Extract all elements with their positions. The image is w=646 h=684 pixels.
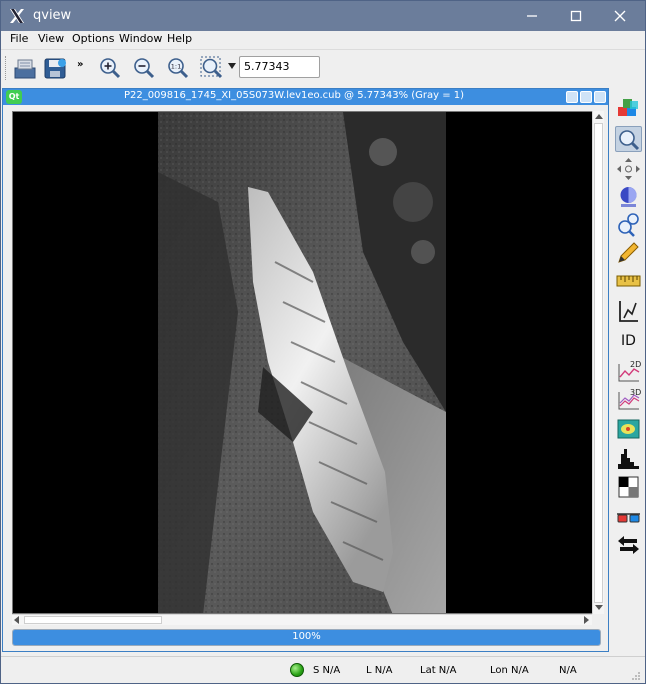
status-latitude: Lat N/A — [420, 665, 457, 676]
tool-map-stretch[interactable] — [615, 416, 642, 442]
histogram-icon — [618, 449, 639, 469]
close-icon — [614, 10, 626, 22]
resize-grip-icon[interactable] — [631, 671, 641, 681]
menu-help[interactable]: Help — [167, 32, 192, 45]
scroll-up-arrow-icon[interactable] — [595, 114, 603, 119]
progress-label: 100% — [292, 631, 321, 642]
pan-tool-icon — [617, 158, 640, 180]
tool-edit[interactable] — [615, 240, 642, 266]
menu-file[interactable]: File — [10, 32, 28, 45]
zoom-dropdown-arrow-icon[interactable] — [228, 63, 236, 69]
zoom-fit-button[interactable] — [198, 54, 226, 82]
tool-zoom[interactable] — [615, 126, 642, 152]
menu-bar: File View Options Window Help — [1, 31, 645, 47]
scroll-down-arrow-icon[interactable] — [595, 605, 603, 610]
zoom-factor-input[interactable]: 5.77343 — [239, 56, 320, 78]
tool-stereo[interactable] — [615, 504, 642, 530]
tool-plot-2d[interactable]: 2D — [615, 358, 642, 384]
subwindow-maximize-button[interactable] — [580, 91, 592, 103]
vertical-scroll-thumb[interactable] — [594, 123, 603, 603]
status-sample: S N/A — [313, 665, 341, 676]
plot-2d-icon: 2D — [618, 360, 641, 382]
minimize-icon — [527, 15, 537, 17]
blend-cubes-icon — [618, 99, 638, 116]
stretch-tool-icon — [620, 187, 637, 207]
zoom-out-icon — [134, 58, 155, 79]
status-led-icon — [290, 663, 304, 677]
open-button[interactable] — [11, 54, 39, 82]
tool-spectral-plot[interactable] — [615, 298, 642, 324]
status-longitude: Lon N/A — [490, 665, 529, 676]
minimize-button[interactable] — [521, 5, 543, 27]
horizontal-scroll-thumb[interactable] — [24, 616, 162, 624]
link-arrows-icon — [618, 536, 639, 554]
window-title: qview — [33, 8, 72, 23]
save-button[interactable] — [41, 54, 69, 82]
open-cube-icon — [14, 59, 36, 79]
save-disk-icon — [44, 58, 66, 79]
tool-contrast[interactable] — [615, 474, 642, 500]
zoom-out-button[interactable] — [130, 54, 158, 82]
subwindow-minimize-button[interactable] — [566, 91, 578, 103]
maximize-button[interactable] — [565, 5, 587, 27]
viewport-horizontal-scrollbar[interactable] — [12, 614, 592, 625]
cube-viewport-titlebar[interactable]: Qt P22_009816_1745_XI_05S073W.lev1eo.cub… — [3, 89, 608, 105]
plot-2d-label: 2D — [630, 360, 641, 369]
zoom-in-button[interactable] — [96, 54, 124, 82]
zoom-one-to-one-icon: 1:1 — [168, 58, 189, 79]
menu-window[interactable]: Window — [119, 32, 162, 45]
tool-plot-3d[interactable]: 3D — [615, 386, 642, 412]
tool-palette: ID 2D 3D — [612, 88, 645, 566]
status-dn-value: N/A — [559, 665, 577, 676]
progress-bar: 100% — [12, 629, 601, 646]
plot-3d-icon: 3D — [618, 388, 641, 410]
status-bar: S N/A L N/A Lat N/A Lon N/A N/A — [1, 656, 645, 683]
tool-find[interactable] — [615, 212, 642, 238]
mars-image[interactable] — [13, 112, 595, 614]
tool-blend[interactable] — [615, 96, 642, 122]
toolbar-grip[interactable] — [5, 56, 8, 80]
tool-id[interactable]: ID — [615, 328, 642, 354]
status-line: L N/A — [366, 665, 393, 676]
viewport-vertical-scrollbar[interactable] — [592, 111, 604, 614]
zoom-tool-icon — [619, 130, 640, 151]
qt-logo-icon: Qt — [6, 90, 22, 104]
cube-viewport-title: P22_009816_1745_XI_05S073W.lev1eo.cub @ … — [123, 90, 465, 101]
zoom-actual-button[interactable]: 1:1 — [164, 54, 192, 82]
title-bar: qview — [1, 1, 645, 31]
map-stretch-icon — [617, 419, 640, 439]
spectral-plot-icon — [619, 301, 638, 322]
image-viewport[interactable] — [12, 111, 595, 614]
tool-histogram[interactable] — [615, 446, 642, 472]
svg-text:1:1: 1:1 — [171, 63, 181, 71]
scroll-left-arrow-icon[interactable] — [14, 616, 19, 624]
subwindow-close-button[interactable] — [594, 91, 606, 103]
zoom-in-icon — [100, 58, 121, 79]
tool-link[interactable] — [615, 532, 642, 558]
scroll-right-arrow-icon[interactable] — [584, 616, 589, 624]
edit-tool-icon — [618, 242, 639, 263]
toolbar-overflow-button[interactable]: » — [77, 59, 83, 70]
menu-options[interactable]: Options — [72, 32, 114, 45]
cube-viewport-window: Qt P22_009816_1745_XI_05S073W.lev1eo.cub… — [2, 88, 609, 652]
contrast-icon — [618, 476, 639, 498]
maximize-icon — [570, 10, 582, 22]
app-window: qview File View Options Window Help » 1:… — [0, 0, 646, 684]
main-toolbar: » 1:1 — [1, 49, 645, 85]
tool-measure[interactable] — [615, 268, 642, 294]
zoom-fit-icon — [200, 56, 223, 79]
tool-pan[interactable] — [615, 156, 642, 182]
menu-view[interactable]: View — [38, 32, 64, 45]
x-logo-icon — [10, 9, 24, 23]
measure-tool-icon — [616, 275, 641, 287]
stereo-glasses-icon — [617, 513, 640, 523]
close-button[interactable] — [609, 5, 631, 27]
tool-stretch[interactable] — [615, 184, 642, 210]
find-tool-icon — [618, 213, 639, 237]
